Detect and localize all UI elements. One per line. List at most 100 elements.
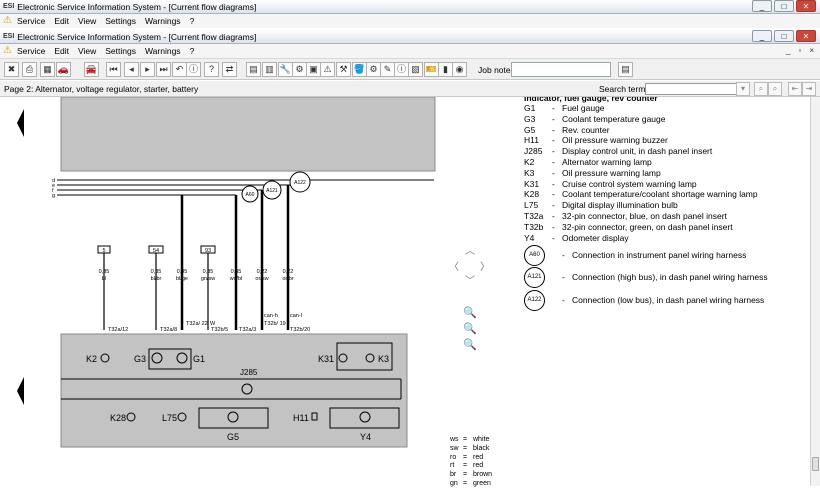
car-icon[interactable]: 🚘 [84,62,99,77]
legend-panel: Indicator, fuel gauge, rev counter G1- Fu… [524,97,809,313]
gear-red-icon[interactable]: ⚙ [292,62,307,77]
legend-desc: 32-pin connector, blue, on dash panel in… [562,210,727,221]
bus-label-g: g [52,193,55,199]
search-dropdown-icon[interactable]: ▾ [736,82,750,96]
menu-service[interactable]: Service [17,14,45,28]
inner-menu-help[interactable]: ? [190,44,195,58]
legend-row: T32a -32-pin connector, blue, on dash pan… [524,211,809,222]
pen-icon[interactable]: ✎ [380,62,395,77]
prev-page-icon[interactable]: ◂ [124,62,139,77]
calendar-icon[interactable]: ▤ [246,62,261,77]
menu-settings[interactable]: Settings [105,14,136,28]
warning-icon[interactable]: ⚠ [320,62,335,77]
legend-row: G5 - Rev. counter [524,125,809,136]
zoom-fit-icon[interactable]: 🔍 [463,306,477,319]
next-page-icon[interactable]: ▸ [140,62,155,77]
mdi-minimize-icon[interactable]: _ [786,44,790,58]
legend-code: H11 [524,135,539,146]
legend-dash: - [552,232,555,243]
component-g5: G5 [227,432,239,442]
pan-left-icon[interactable]: 〈 [449,258,459,273]
instrument-cluster-block [60,333,408,448]
legend-desc: Odometer display [562,232,629,243]
legend-code: K2 [524,156,535,167]
wire-1-colour: bl [102,276,106,282]
legend-desc: Alternator warning lamp [562,156,652,167]
inner-menu-edit[interactable]: Edit [54,44,69,58]
legend-code: K31 [524,178,540,189]
vertical-scrollbar[interactable] [810,97,820,486]
search-next-icon[interactable]: ⌕ [768,82,782,96]
wire-3-colour: bl/ge [176,276,188,282]
menu-help[interactable]: ? [190,14,195,28]
swap-icon[interactable]: ⇄ [222,62,237,77]
colour-abbr: gn [450,479,458,487]
inner-minimize-button[interactable]: _ [752,30,772,42]
legend-code: K3 [524,167,535,178]
back-icon[interactable]: ↶ [172,62,187,77]
add-doc-icon[interactable]: ▧ [408,62,423,77]
conn-a122-label: A122 [294,180,306,186]
mdi-restore-icon[interactable]: ▫ [798,44,801,58]
notes-icon[interactable]: ▥ [262,62,277,77]
wrench-icon[interactable]: 🔧 [278,62,293,77]
search-prev-icon[interactable]: ⇤ [788,82,802,96]
outer-menu-bar: ⚠ Service Edit View Settings Warnings ? [0,14,820,28]
maximize-button[interactable]: □ [774,0,794,12]
inner-menu-view[interactable]: View [78,44,96,58]
info-icon[interactable]: ⓘ [186,62,201,77]
search-input[interactable] [645,83,745,95]
first-page-icon[interactable]: ⏮ [106,62,121,77]
book-icon[interactable]: ▮ [438,62,453,77]
job-note-input[interactable] [511,62,611,77]
legend-dash: - [552,189,555,200]
minimize-button[interactable]: _ [752,0,772,12]
menu-view[interactable]: View [78,14,96,28]
pin-label-2: T32a/8 [160,327,177,333]
pan-down-icon[interactable]: ﹀ [465,272,475,287]
previous-page-arrow[interactable] [17,109,24,137]
job-note-save-icon[interactable]: ▤ [618,62,633,77]
search-find-icon[interactable]: ⌕ [754,82,768,96]
ticket-icon[interactable]: 🎫 [424,62,439,77]
menu-warnings[interactable]: Warnings [145,14,181,28]
help-icon[interactable]: ? [204,62,219,77]
close-button[interactable]: ✕ [796,0,816,12]
scrollbar-thumb[interactable] [812,457,819,471]
image-icon[interactable]: ▣ [306,62,321,77]
zoom-in-icon[interactable]: 🔍 [463,322,477,335]
inner-close-button[interactable]: ✕ [796,30,816,42]
mdi-close-icon[interactable]: × [809,44,814,58]
print-icon[interactable]: ⎙ [22,62,37,77]
globe-icon[interactable]: ◉ [452,62,467,77]
app-icon-inner: ESI [3,32,15,40]
tools-icon[interactable]: ⚒ [336,62,351,77]
component-g1: G1 [193,354,205,364]
pin-label-4: T32b/5 [211,327,228,333]
last-page-icon[interactable]: ⏭ [156,62,171,77]
pan-right-icon[interactable]: 〉 [480,258,490,273]
pin-label-can-l: can-l [290,313,302,319]
inner-menu-settings[interactable]: Settings [105,44,136,58]
vehicle-icon[interactable]: 🚗 [56,62,71,77]
exit-icon[interactable]: ✖ [4,62,19,77]
legend-dash: - [552,146,555,157]
fuse-box-5: 5 [102,248,105,254]
colour-equals: = [463,462,468,470]
upper-component-block [60,97,436,172]
inner-menu-warnings[interactable]: Warnings [145,44,181,58]
bucket-icon[interactable]: 🪣 [352,62,367,77]
zoom-out-icon[interactable]: 🔍 [463,338,477,351]
search-last-icon[interactable]: ⇥ [802,82,816,96]
previous-page-arrow-lower[interactable] [17,377,24,405]
pan-up-icon[interactable]: ︿ [465,242,475,257]
document-icon[interactable]: ▦ [40,62,55,77]
component-k31: K31 [318,354,334,364]
settings-icon[interactable]: ⚙ [366,62,381,77]
colour-equals: = [463,453,468,461]
menu-edit[interactable]: Edit [54,14,69,28]
legend-dash: - [552,221,555,232]
inner-maximize-button[interactable]: □ [774,30,794,42]
search-info-icon[interactable]: ⓘ [394,62,409,77]
inner-menu-service[interactable]: Service [17,44,45,58]
